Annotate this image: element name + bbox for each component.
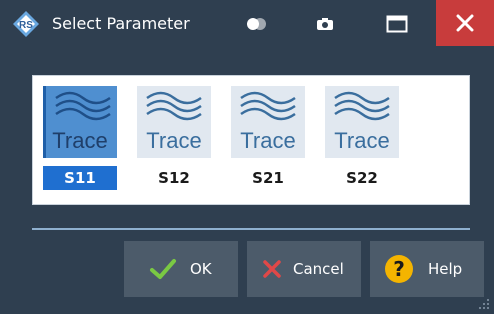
- param-label: S21: [252, 169, 284, 187]
- param-label: S11: [43, 166, 117, 190]
- param-label: S22: [346, 169, 378, 187]
- help-label: Help: [428, 260, 463, 278]
- title-bar[interactable]: RS Select Parameter: [0, 0, 494, 48]
- question-icon: ?: [384, 254, 414, 284]
- help-button[interactable]: ? Help: [370, 241, 484, 297]
- wave-icon: [55, 91, 111, 121]
- param-label: S12: [158, 169, 190, 187]
- checkmark-icon: [148, 258, 178, 280]
- cancel-button[interactable]: Cancel: [247, 241, 361, 297]
- separator-line: [32, 228, 470, 230]
- trace-label: Trace: [334, 128, 390, 153]
- window-title: Select Parameter: [52, 14, 190, 33]
- tile-s12[interactable]: Trace S12: [137, 86, 211, 193]
- camera-icon[interactable]: [308, 11, 342, 37]
- wave-icon: [146, 91, 202, 121]
- svg-text:RS: RS: [19, 20, 33, 31]
- wave-icon: [334, 91, 390, 121]
- tile-s21[interactable]: Trace S21: [231, 86, 305, 193]
- ok-button[interactable]: OK: [124, 241, 238, 297]
- trace-label: Trace: [146, 128, 202, 153]
- close-button[interactable]: [436, 0, 494, 46]
- parameter-panel: Trace S11 Trace S12 Trace S21 Trace S22: [32, 75, 470, 205]
- maximize-icon[interactable]: [380, 11, 414, 37]
- resize-grip-icon[interactable]: [478, 295, 490, 309]
- x-icon: [261, 259, 283, 279]
- trace-label: Trace: [52, 128, 108, 153]
- tile-s11[interactable]: Trace S11: [43, 86, 117, 193]
- cancel-label: Cancel: [293, 260, 344, 278]
- trace-label: Trace: [240, 128, 296, 153]
- ok-label: OK: [190, 260, 212, 278]
- close-icon: [456, 14, 474, 32]
- svg-text:?: ?: [393, 257, 405, 281]
- wave-icon: [240, 91, 296, 121]
- tile-s22[interactable]: Trace S22: [325, 86, 399, 193]
- rohde-schwarz-logo-icon: RS: [12, 10, 40, 38]
- select-parameter-dialog: RS Select Parameter Trace S11 Trace S12 …: [0, 0, 494, 311]
- transparency-toggle-icon[interactable]: [240, 11, 274, 37]
